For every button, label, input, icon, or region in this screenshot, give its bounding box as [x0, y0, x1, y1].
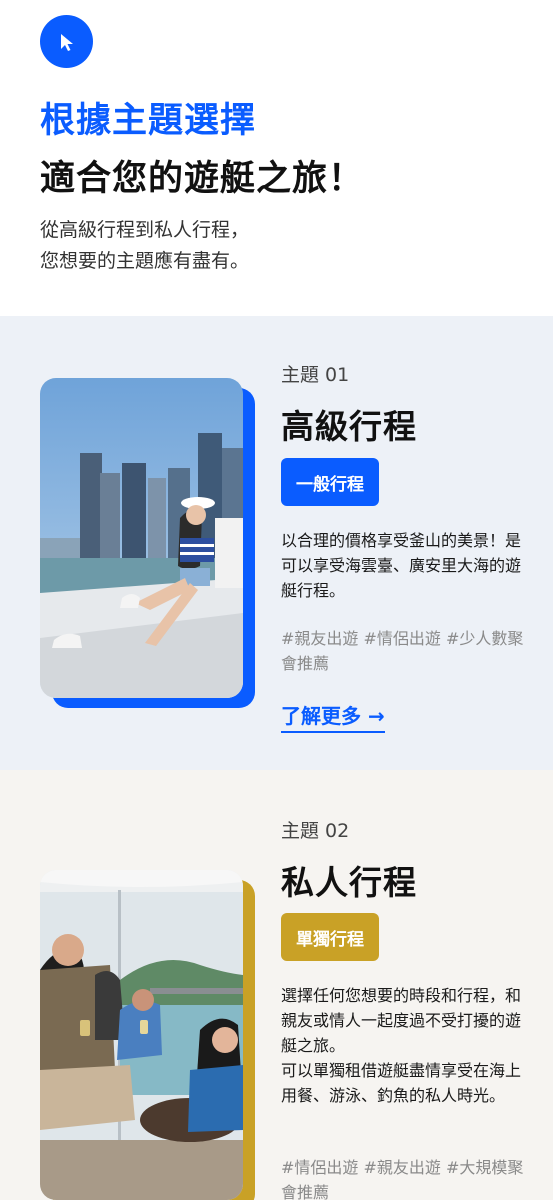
theme-label: 主題 02	[281, 820, 350, 842]
hero-subtitle-line1: 從高級行程到私人行程，	[40, 219, 250, 241]
cursor-arrow-icon	[40, 15, 93, 68]
theme-title: 高級行程	[281, 407, 417, 446]
theme-photo-party	[40, 870, 243, 1200]
tag-badge-general: 一般行程	[281, 458, 379, 506]
theme-description: 選擇任何您想要的時段和行程，和親友或情人一起度過不受打擾的遊艇之旅。 可以單獨租…	[281, 983, 531, 1108]
hero-title-highlight: 根據主題選擇	[40, 101, 257, 141]
hero-section: 根據主題選擇 適合您的遊艇之旅！ 從高級行程到私人行程， 您想要的主題應有盡有。	[0, 0, 553, 316]
hero-title: 適合您的遊艇之旅！	[40, 159, 365, 199]
theme-card-premium: 主題 01 高級行程 一般行程 以合理的價格享受釜山的美景！是可以享受海雲臺、廣…	[0, 316, 553, 770]
theme-description-line2: 可以單獨租借遊艇盡情享受在海上用餐、游泳、釣魚的私人時光。	[281, 1061, 522, 1105]
theme-title: 私人行程	[281, 863, 417, 902]
theme-card-private: 主題 02 私人行程 單獨行程 選擇任何您想要的時段和行程，和親友或情人一起度過…	[0, 770, 553, 1200]
theme-hashtags: #情侶出遊 #親友出遊 #大規模聚會推薦	[281, 1158, 524, 1200]
learn-more-link[interactable]: 了解更多 →	[281, 700, 385, 733]
theme-photo-yacht-city	[40, 378, 243, 698]
hero-subtitle: 從高級行程到私人行程， 您想要的主題應有盡有。	[40, 215, 249, 277]
theme-description: 以合理的價格享受釜山的美景！是可以享受海雲臺、廣安里大海的遊艇行程。	[281, 531, 522, 600]
hero-subtitle-line2: 您想要的主題應有盡有。	[40, 250, 250, 272]
theme-label: 主題 01	[281, 364, 350, 386]
theme-description-line1: 選擇任何您想要的時段和行程，和親友或情人一起度過不受打擾的遊艇之旅。	[281, 986, 522, 1055]
tag-badge-private: 單獨行程	[281, 913, 379, 961]
theme-hashtags: #親友出遊 #情侶出遊 #少人數聚會推薦	[281, 629, 524, 673]
